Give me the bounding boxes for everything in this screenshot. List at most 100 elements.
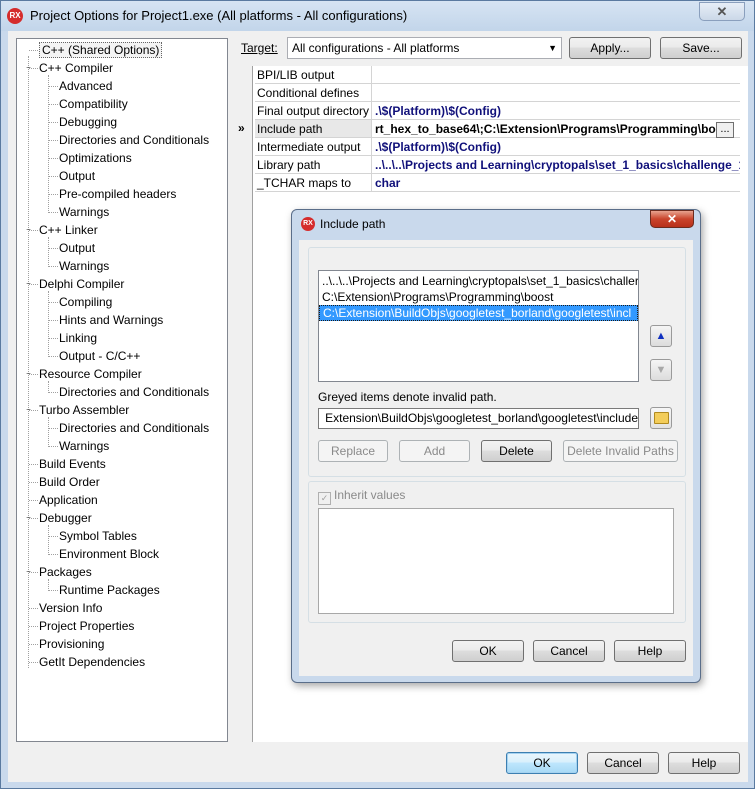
tree-item[interactable]: Symbol Tables <box>59 527 137 545</box>
current-row-marker: » <box>238 121 245 135</box>
save-button[interactable]: Save... <box>660 37 742 59</box>
ok-button[interactable]: OK <box>506 752 578 774</box>
cancel-button[interactable]: Cancel <box>587 752 659 774</box>
tree-item[interactable]: Linking <box>59 329 97 347</box>
collapse-icon[interactable]: − <box>24 567 33 576</box>
property-name: BPI/LIB output <box>255 66 372 84</box>
path-list-item[interactable]: ..\..\..\Projects and Learning\cryptopal… <box>319 273 638 289</box>
tree-item[interactable]: Directories and Conditionals <box>59 419 209 437</box>
tree-item[interactable]: Warnings <box>59 203 109 221</box>
tree-item-label: Hints and Warnings <box>59 313 164 327</box>
property-row[interactable]: Final output directory .\$(Platform)\$(Co… <box>253 102 740 120</box>
collapse-icon[interactable]: − <box>24 63 33 72</box>
delete-button[interactable]: Delete <box>481 440 552 462</box>
tree-item[interactable]: Output <box>59 167 95 185</box>
collapse-icon[interactable]: − <box>24 369 33 378</box>
tree-item[interactable]: C++ Compiler <box>39 59 113 77</box>
tree-item-label: Directories and Conditionals <box>59 421 210 435</box>
tree-item[interactable]: GetIt Dependencies <box>39 653 145 671</box>
browse-folder-button[interactable] <box>650 407 672 429</box>
tree-connector <box>49 176 58 177</box>
tree-item[interactable]: Environment Block <box>59 545 159 563</box>
tree-item[interactable]: Provisioning <box>39 635 104 653</box>
tree-item[interactable]: Pre-compiled headers <box>59 185 176 203</box>
collapse-icon[interactable]: − <box>24 225 33 234</box>
property-row[interactable]: Conditional defines <box>253 84 740 102</box>
path-list[interactable]: ..\..\..\Projects and Learning\cryptopal… <box>318 270 639 382</box>
tree-item[interactable]: Resource Compiler <box>39 365 142 383</box>
window-close-button[interactable]: ✕ <box>699 2 745 21</box>
collapse-icon[interactable]: − <box>24 405 33 414</box>
property-value[interactable]: rt_hex_to_base64\;C:\Extension\Programs\… <box>372 120 740 138</box>
tree-item[interactable]: Packages <box>39 563 92 581</box>
apply-button[interactable]: Apply... <box>569 37 651 59</box>
property-value[interactable] <box>372 66 740 84</box>
property-row[interactable]: Library path ..\..\..\Projects and Learni… <box>253 156 740 174</box>
tree-item[interactable]: Warnings <box>59 257 109 275</box>
tree-item[interactable]: Turbo Assembler <box>39 401 129 419</box>
tree-item-label: Directories and Conditionals <box>59 385 210 399</box>
tree-item[interactable]: Directories and Conditionals <box>59 131 209 149</box>
delete-invalid-paths-button[interactable]: Delete Invalid Paths <box>563 440 678 462</box>
tree-item[interactable]: Hints and Warnings <box>59 311 163 329</box>
path-input[interactable]: Extension\BuildObjs\googletest_borland\g… <box>318 408 639 429</box>
tree-item[interactable]: Build Events <box>39 455 106 473</box>
tree-item[interactable]: Build Order <box>39 473 100 491</box>
tree-item[interactable]: Debugger <box>39 509 92 527</box>
tree-connector <box>49 536 58 537</box>
inherit-values-checkbox[interactable]: ✓ Inherit values <box>318 488 405 505</box>
tree-item-label: Output <box>59 241 96 255</box>
tree-connector <box>28 56 29 668</box>
help-button[interactable]: Help <box>668 752 740 774</box>
inherited-paths-list[interactable] <box>318 508 674 614</box>
tree-item[interactable]: Compiling <box>59 293 112 311</box>
tree-item[interactable]: Delphi Compiler <box>39 275 124 293</box>
arrow-down-icon: ▼ <box>655 364 667 376</box>
options-tree[interactable]: C++ (Shared Options) C++ Compiler − Advance… <box>16 38 228 742</box>
path-list-item[interactable]: C:\Extension\BuildObjs\googletest_borlan… <box>319 305 638 321</box>
property-row[interactable]: Intermediate output .\$(Platform)\$(Confi… <box>253 138 740 156</box>
target-dropdown[interactable]: All configurations - All platforms ▼ <box>287 37 562 59</box>
collapse-icon[interactable]: − <box>24 279 33 288</box>
property-value[interactable]: ..\..\..\Projects and Learning\cryptopal… <box>372 156 740 174</box>
tree-item[interactable]: Application <box>39 491 98 509</box>
property-value[interactable] <box>372 84 740 102</box>
tree-item[interactable]: Compatibility <box>59 95 128 113</box>
property-row[interactable]: _TCHAR maps to char <box>253 174 740 192</box>
inherit-values-label: Inherit values <box>334 488 406 502</box>
move-up-button[interactable]: ▲ <box>650 325 672 347</box>
property-value[interactable]: .\$(Platform)\$(Config) <box>372 102 740 120</box>
collapse-icon[interactable]: − <box>24 513 33 522</box>
tree-item[interactable]: Directories and Conditionals <box>59 383 209 401</box>
include-path-ellipsis-button[interactable]: ... <box>716 122 734 138</box>
tree-item[interactable]: Output <box>59 239 95 257</box>
tree-item-label: Linking <box>59 331 98 345</box>
dialog-help-button[interactable]: Help <box>614 640 686 662</box>
move-down-button[interactable]: ▼ <box>650 359 672 381</box>
tree-item[interactable]: C++ (Shared Options) <box>39 41 163 59</box>
tree-item[interactable]: Debugging <box>59 113 117 131</box>
tree-item-label: Resource Compiler <box>39 367 142 381</box>
tree-item[interactable]: Optimizations <box>59 149 132 167</box>
tree-connector <box>48 75 49 213</box>
dialog-ok-button[interactable]: OK <box>452 640 524 662</box>
path-list-item[interactable]: C:\Extension\Programs\Programming\boost <box>319 289 638 305</box>
dialog-cancel-button[interactable]: Cancel <box>533 640 605 662</box>
tree-item[interactable]: Warnings <box>59 437 109 455</box>
tree-item[interactable]: Runtime Packages <box>59 581 160 599</box>
property-value[interactable]: char <box>372 174 740 192</box>
tree-item[interactable]: Output - C/C++ <box>59 347 140 365</box>
dialog-close-button[interactable]: ✕ <box>650 210 694 228</box>
property-name: Conditional defines <box>255 84 372 102</box>
tree-item[interactable]: Version Info <box>39 599 102 617</box>
add-button[interactable]: Add <box>399 440 470 462</box>
property-row[interactable]: Include path rt_hex_to_base64\;C:\Extensi… <box>253 120 740 138</box>
tree-item-label: C++ (Shared Options) <box>39 42 163 58</box>
property-value[interactable]: .\$(Platform)\$(Config) <box>372 138 740 156</box>
property-row[interactable]: BPI/LIB output <box>253 66 740 84</box>
tree-item[interactable]: Project Properties <box>39 617 134 635</box>
title-bar[interactable]: RX Project Options for Project1.exe (All… <box>1 1 754 31</box>
tree-item[interactable]: Advanced <box>59 77 112 95</box>
replace-button[interactable]: Replace <box>318 440 388 462</box>
tree-connector <box>48 237 49 267</box>
